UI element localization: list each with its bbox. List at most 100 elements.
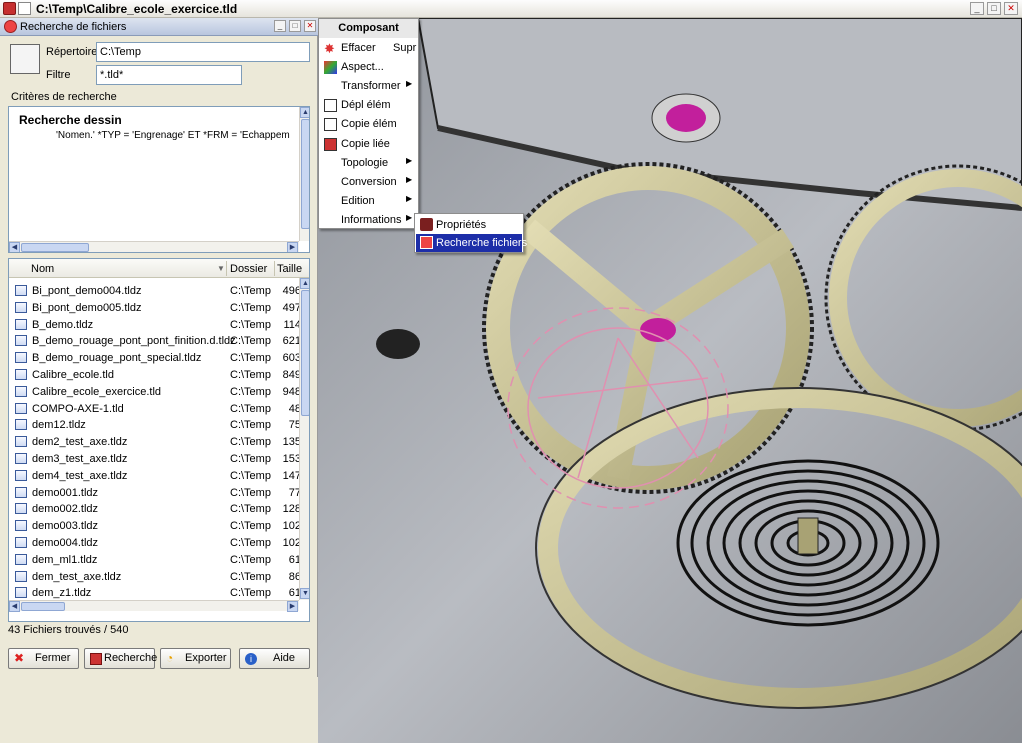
repertoire-field[interactable]: C:\Temp — [96, 42, 310, 62]
file-list-vertical-scrollbar[interactable]: ▲ ▼ — [299, 278, 309, 600]
scroll-thumb[interactable] — [301, 290, 309, 416]
criteria-box[interactable]: Recherche dessin 'Nomen.' *TYP = 'Engren… — [8, 106, 310, 253]
column-header-taille[interactable]: Taille — [277, 263, 302, 275]
exporter-button[interactable]: ◔ Exporter — [160, 648, 231, 669]
file-row[interactable]: COMPO-AXE-1.tld C:\Temp 48 — [9, 400, 301, 417]
file-row[interactable]: dem3_test_axe.tldz C:\Temp 153 — [9, 450, 301, 467]
file-folder: C:\Temp — [230, 520, 271, 533]
file-icon — [15, 419, 27, 431]
file-icon — [15, 486, 27, 498]
file-icon — [15, 469, 27, 481]
file-row[interactable]: Calibre_ecole.tld C:\Temp 849 — [9, 366, 301, 383]
criteria-title: Recherche dessin — [19, 113, 122, 127]
menu-item-conversion[interactable]: Conversion ▶ — [319, 173, 418, 192]
scroll-down-icon[interactable]: ▼ — [300, 588, 309, 599]
minimize-button[interactable]: _ — [970, 2, 984, 15]
menu-item-edition[interactable]: Edition ▶ — [319, 192, 418, 211]
scroll-thumb[interactable] — [21, 602, 65, 611]
file-list[interactable]: Nom ▼ Dossier Taille Bi_pont_demo004.tld… — [8, 258, 310, 622]
file-row[interactable]: B_demo_rouage_pont_pont_finition.d.tldz C… — [9, 332, 301, 349]
scroll-up-icon[interactable]: ▲ — [300, 278, 309, 289]
file-size: 86 — [288, 570, 301, 583]
sort-arrow-icon[interactable]: ▼ — [217, 264, 225, 273]
file-name: Bi_pont_demo005.tldz — [32, 301, 142, 314]
panel-maximize-button[interactable]: □ — [289, 20, 301, 32]
scroll-left-icon[interactable]: ◀ — [9, 242, 20, 252]
scroll-right-icon[interactable]: ▶ — [287, 601, 298, 612]
file-icon — [15, 520, 27, 532]
criteria-horizontal-scrollbar[interactable]: ◀ ▶ — [9, 241, 299, 252]
file-row[interactable]: demo001.tldz C:\Temp 77 — [9, 484, 301, 501]
submenu-arrow-icon: ▶ — [406, 79, 413, 89]
file-name: demo003.tldz — [32, 520, 99, 533]
file-row[interactable]: dem12.tldz C:\Temp 75 — [9, 416, 301, 433]
file-row[interactable]: B_demo.tldz C:\Temp 114 — [9, 316, 301, 333]
scroll-left-icon[interactable]: ◀ — [9, 601, 20, 612]
file-size: 849 — [282, 369, 301, 381]
fermer-button[interactable]: ✖ Fermer — [8, 648, 79, 669]
menu-item-recherche-fichiers[interactable]: Recherche fichiers — [416, 234, 527, 252]
file-name: dem_ml1.tldz — [32, 553, 98, 566]
file-size: 948 — [282, 385, 301, 398]
menu-item-transformer[interactable]: Transformer ▶ — [319, 77, 418, 96]
file-size: 497 — [282, 301, 301, 314]
filtre-field[interactable]: *.tld* — [96, 65, 242, 85]
menu-item-copie-elem[interactable]: Copie élém — [319, 115, 418, 134]
file-size: 603 — [282, 352, 301, 365]
cad-viewport[interactable] — [318, 18, 1022, 743]
file-list-horizontal-scrollbar[interactable]: ◀ ▶ — [9, 600, 299, 612]
panel-close-button[interactable]: ✕ — [304, 20, 316, 32]
file-icon — [15, 301, 27, 313]
file-search-panel: Recherche de fichiers _ □ ✕ Répertoire C… — [0, 18, 318, 677]
file-folder: C:\Temp — [230, 553, 271, 566]
scroll-thumb[interactable] — [301, 119, 309, 229]
recherche-button[interactable]: Recherche — [84, 648, 157, 669]
file-row[interactable]: demo002.tldz C:\Temp 128 — [9, 500, 301, 517]
maximize-button[interactable]: □ — [987, 2, 1001, 15]
file-row[interactable]: Calibre_ecole_exercice.tld C:\Temp 948 — [9, 383, 301, 400]
file-row[interactable]: dem_z1.tldz C:\Temp 61 — [9, 584, 301, 601]
menu-item-informations[interactable]: Informations ▶ — [319, 211, 418, 230]
menu-item-aspect[interactable]: Aspect... — [319, 58, 418, 77]
column-header-nom[interactable]: Nom — [31, 263, 54, 275]
scroll-up-icon[interactable]: ▲ — [300, 107, 309, 118]
aide-button[interactable]: i Aide — [239, 648, 310, 669]
column-header-dossier[interactable]: Dossier — [230, 263, 267, 275]
file-row[interactable]: dem_test_axe.tldz C:\Temp 86 — [9, 568, 301, 585]
menu-item-copie-liee[interactable]: Copie liée — [319, 135, 418, 154]
file-row[interactable]: dem_ml1.tldz C:\Temp 61 — [9, 551, 301, 568]
file-size: 496 — [282, 285, 301, 297]
menu-item-proprietes[interactable]: Propriétés — [416, 216, 522, 234]
menu-item-depl-elem[interactable]: Dépl élém — [319, 96, 418, 115]
file-size: 147 — [282, 469, 301, 482]
file-row[interactable]: B_demo_rouage_pont_special.tldz C:\Temp 60… — [9, 349, 301, 366]
file-size: 621 — [282, 335, 301, 348]
panel-minimize-button[interactable]: _ — [274, 20, 286, 32]
file-row[interactable]: dem2_test_axe.tldz C:\Temp 135 — [9, 433, 301, 450]
file-row[interactable]: demo004.tldz C:\Temp 102 — [9, 534, 301, 551]
file-row[interactable]: Bi_pont_demo004.tldz C:\Temp 496 — [9, 282, 301, 299]
file-icon — [15, 285, 27, 296]
criteria-caption: Critères de recherche — [9, 91, 119, 103]
file-folder: C:\Temp — [230, 369, 271, 381]
app-icon[interactable] — [3, 2, 16, 15]
scroll-thumb[interactable] — [21, 243, 89, 252]
file-size: 114 — [283, 318, 301, 331]
watch-movement-render — [318, 18, 1022, 743]
file-row[interactable]: dem4_test_axe.tldz C:\Temp 147 — [9, 467, 301, 484]
file-folder: C:\Temp — [230, 402, 271, 415]
file-folder: C:\Temp — [230, 453, 271, 465]
file-row[interactable]: Bi_pont_demo005.tldz C:\Temp 497 — [9, 299, 301, 316]
file-size: 153 — [282, 453, 301, 465]
scroll-right-icon[interactable]: ▶ — [287, 242, 298, 252]
menu-item-topologie[interactable]: Topologie ▶ — [319, 154, 418, 173]
menu-item-effacer[interactable]: ✸ Effacer Supr — [319, 39, 418, 58]
file-search-icon — [90, 653, 102, 665]
file-row[interactable]: demo003.tldz C:\Temp 102 — [9, 517, 301, 534]
file-name: Calibre_ecole.tld — [32, 369, 114, 381]
file-icon — [15, 503, 27, 515]
close-button[interactable]: ✕ — [1004, 2, 1018, 15]
rss-export-icon: ◔ — [166, 651, 174, 665]
file-folder: C:\Temp — [230, 285, 271, 297]
criteria-vertical-scrollbar[interactable]: ▲ — [299, 107, 309, 241]
